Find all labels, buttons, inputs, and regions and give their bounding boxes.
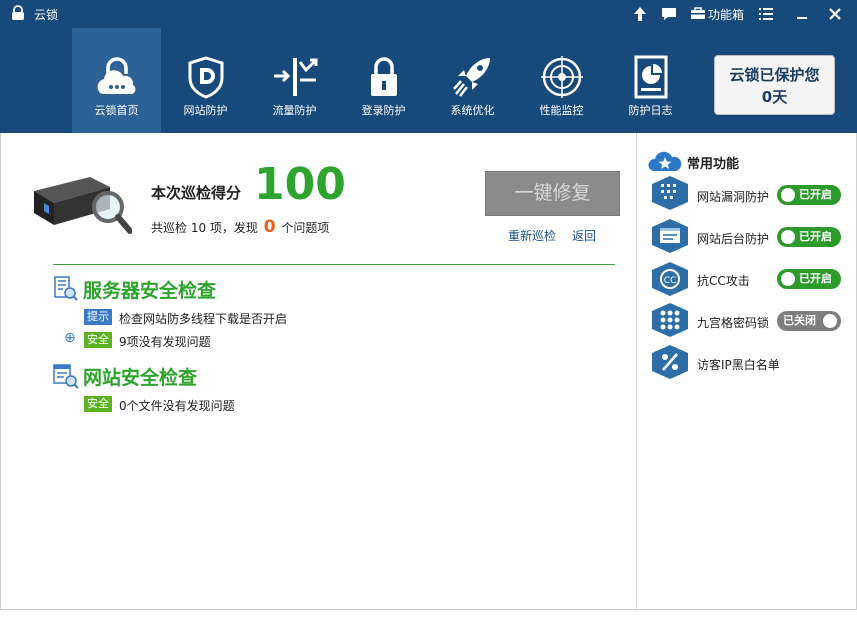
site-check-icon: [53, 364, 79, 389]
safe-tag: 安全: [84, 332, 112, 348]
toggle-knob: [781, 272, 795, 286]
protection-days-box: 云锁已保护您 0天: [714, 55, 835, 115]
radar-icon: [541, 56, 583, 98]
server-safe-text: 9项没有发现问题: [119, 335, 211, 349]
toggle-status: 已开启: [799, 230, 832, 243]
feature-label-backend: 网站后台防护: [697, 232, 770, 246]
nav-perf-monitor-label: 性能监控: [539, 104, 584, 117]
toggle-grid-lock[interactable]: 已关闭: [777, 311, 841, 331]
section-divider: [53, 264, 615, 265]
main-panel: 本次巡检得分 100 共巡检 10 项，发现 0 个问题项 一键修复 重新巡检 …: [0, 133, 636, 610]
server-check-icon: [54, 276, 78, 301]
header-bar: 云锁 功能箱 云锁首页 网站防护 流量防护 登录防护 系统优化 性能监控 防护日…: [0, 0, 857, 133]
backend-protect-icon: [652, 219, 688, 253]
shield-d-icon: [188, 56, 224, 99]
grid-lock-icon: [652, 303, 688, 337]
toggle-anti-cc[interactable]: 已开启: [777, 269, 841, 289]
back-link[interactable]: 返回: [572, 227, 596, 244]
minimize-icon[interactable]: [793, 5, 811, 23]
close-icon[interactable]: [826, 5, 844, 23]
app-title: 云锁: [34, 8, 59, 22]
nav-perf-monitor[interactable]: 性能监控: [517, 28, 606, 133]
nav-home-label: 云锁首页: [94, 104, 139, 117]
site-check-title: 网站安全检查: [83, 367, 198, 389]
toggle-knob: [781, 230, 795, 244]
nav-system-optimize[interactable]: 系统优化: [428, 28, 517, 133]
window-bottom-border: [0, 609, 857, 610]
protection-status-line2: 0天: [761, 88, 788, 106]
svg-text:CC: CC: [664, 276, 677, 286]
rocket-icon: [453, 58, 490, 97]
toggle-status: 已关闭: [783, 314, 816, 327]
anti-cc-icon: CC: [652, 262, 688, 296]
feature-label-vuln: 网站漏洞防护: [697, 190, 770, 204]
padlock-icon: [371, 57, 397, 96]
site-safe-text: 0个文件没有发现问题: [119, 399, 235, 413]
score-value: 100: [254, 159, 346, 210]
feature-label-cc: 抗CC攻击: [697, 274, 750, 288]
summary-prefix: 共巡检 10 项，发现: [151, 221, 258, 235]
protection-status-line1: 云锁已保护您: [729, 66, 820, 84]
vulnerability-shield-icon: [652, 176, 688, 210]
site-safe-tag: 安全: [84, 396, 112, 412]
expand-plus-icon[interactable]: ⊕: [64, 330, 76, 346]
summary-suffix: 个问题项: [281, 221, 330, 235]
common-functions-title: 常用功能: [687, 157, 740, 172]
nav-login-protect[interactable]: 登录防护: [339, 28, 428, 133]
nav-protect-log[interactable]: 防护日志: [606, 28, 695, 133]
ip-list-icon: [652, 345, 688, 379]
nav-traffic-protect[interactable]: 流量防护: [250, 28, 339, 133]
hint-text: 检查网站防多线程下载是否开启: [119, 312, 288, 326]
app-logo-icon: [12, 5, 24, 20]
feature-label-ip-list[interactable]: 访客IP黑白名单: [697, 356, 780, 373]
toolbox-button[interactable]: 功能箱: [708, 6, 744, 23]
nav-login-protect-label: 登录防护: [361, 104, 406, 117]
common-functions-panel: 常用功能 网站漏洞防护 已开启 网站后台防护 已开启 CC 抗CC攻击 已开启: [636, 133, 857, 610]
nav-site-protect[interactable]: 网站防护: [161, 28, 250, 133]
server-scan-icon: [34, 177, 132, 234]
nav-system-optimize-label: 系统优化: [450, 104, 495, 117]
toggle-status: 已开启: [799, 272, 832, 285]
cloud-lock-icon: [97, 57, 136, 94]
feature-label-gridlock: 九宫格密码锁: [697, 316, 770, 330]
title-bar: 云锁 功能箱: [0, 0, 857, 28]
nav-traffic-protect-label: 流量防护: [272, 104, 317, 117]
message-icon[interactable]: [660, 5, 678, 23]
nav-home[interactable]: 云锁首页: [72, 28, 161, 133]
toolbox-icon[interactable]: [689, 5, 707, 23]
window-left-border: [0, 133, 1, 610]
toggle-status: 已开启: [799, 188, 832, 201]
toggle-knob: [823, 314, 837, 328]
nav-site-protect-label: 网站防护: [183, 104, 228, 117]
menu-icon[interactable]: [757, 5, 775, 23]
log-report-icon: [634, 55, 668, 99]
score-label: 本次巡检得分: [151, 184, 242, 202]
toggle-knob: [781, 188, 795, 202]
nav-protect-log-label: 防护日志: [628, 104, 673, 117]
issue-count: 0: [263, 217, 276, 237]
traffic-icon: [274, 58, 318, 96]
rescan-link[interactable]: 重新巡检: [508, 227, 556, 244]
hint-tag: 提示: [84, 309, 112, 325]
scan-summary: 共巡检 10 项，发现 0 个问题项: [151, 217, 329, 237]
upgrade-arrow-icon[interactable]: [631, 5, 649, 23]
cloud-star-icon: [648, 151, 682, 171]
server-check-title: 服务器安全检查: [83, 280, 217, 302]
one-click-fix-button[interactable]: 一键修复: [485, 171, 620, 216]
toggle-backend-protect[interactable]: 已开启: [777, 227, 841, 247]
toggle-vuln-protect[interactable]: 已开启: [777, 185, 841, 205]
